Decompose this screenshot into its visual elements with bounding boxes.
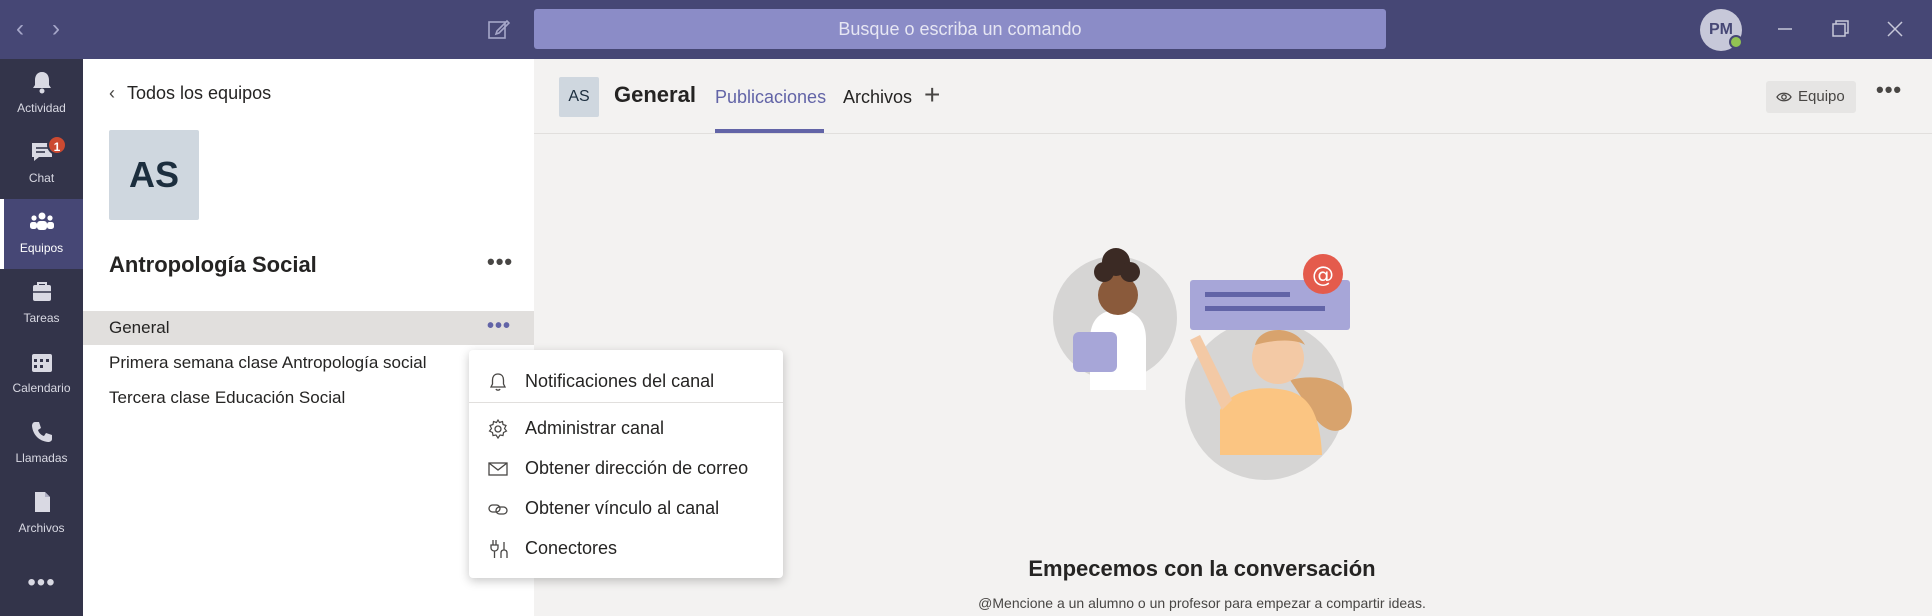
channel-avatar: AS: [559, 77, 599, 117]
compose-icon[interactable]: [486, 16, 512, 42]
channel-name: Tercera clase Educación Social: [109, 388, 346, 407]
team-button-label: Equipo: [1798, 88, 1845, 105]
bell-icon: [489, 373, 507, 391]
menu-item-channel-notifications[interactable]: Notificaciones del canal: [469, 363, 783, 399]
phone-icon: [32, 422, 52, 442]
tab-publicaciones[interactable]: Publicaciones: [715, 87, 826, 108]
rail-label: Actividad: [17, 101, 66, 115]
link-icon: [488, 504, 508, 515]
menu-item-label: Obtener vínculo al canal: [525, 498, 720, 518]
back-arrow-icon[interactable]: ‹: [16, 14, 24, 44]
search-input[interactable]: Busque o escriba un comando: [534, 9, 1386, 49]
team-panel: ‹ Todos los equipos AS Antropología Socia…: [83, 59, 534, 616]
channel-context-menu: Notificaciones del canal Administrar can…: [469, 350, 783, 578]
menu-item-label: Notificaciones del canal: [525, 371, 715, 391]
rail-item-equipos[interactable]: Equipos: [0, 199, 83, 269]
menu-item-label: Conectores: [525, 538, 618, 558]
chevron-left-icon: ‹: [109, 83, 115, 103]
presence-status-icon: [1729, 35, 1743, 49]
tab-archivos[interactable]: Archivos: [843, 87, 912, 108]
rail-label: Equipos: [19, 241, 64, 255]
rail-item-calendario[interactable]: Calendario: [0, 339, 83, 409]
chat-badge: 1: [47, 135, 67, 155]
rail-item-actividad[interactable]: Actividad: [0, 59, 83, 129]
eye-icon: [1776, 92, 1792, 102]
conversation-illustration: @: [1053, 248, 1352, 480]
active-tab-indicator: [715, 129, 824, 133]
rail-label: Calendario: [12, 381, 71, 395]
teams-icon: [30, 212, 54, 230]
channel-header: AS General Publicaciones Archivos + Equi…: [534, 59, 1932, 134]
channel-title: General: [614, 82, 696, 107]
assignments-icon: [33, 282, 51, 301]
calendar-icon: [32, 354, 52, 372]
header-more-button[interactable]: •••: [1876, 77, 1902, 103]
bell-icon: [33, 72, 51, 94]
menu-item-get-channel-link[interactable]: Obtener vínculo al canal: [469, 490, 783, 526]
rail-label: Archivos: [18, 521, 65, 535]
rail-item-archivos[interactable]: Archivos: [0, 479, 83, 549]
app-rail: Actividad 1 Chat Equipos Tareas Calendar…: [0, 59, 83, 616]
menu-item-label: Obtener dirección de correo: [525, 458, 749, 478]
menu-item-connectors[interactable]: Conectores: [469, 530, 783, 566]
rail-label: Chat: [28, 171, 55, 185]
channel-more-button[interactable]: •••: [487, 311, 511, 341]
team-more-button[interactable]: •••: [487, 249, 513, 275]
empty-state-subtitle: @Mencione a un alumno o un profesor para…: [978, 595, 1426, 611]
mail-icon: [488, 462, 508, 476]
back-label: Todos los equipos: [127, 83, 272, 103]
files-icon: [35, 492, 50, 512]
add-tab-button[interactable]: +: [924, 79, 940, 111]
menu-item-label: Administrar canal: [525, 418, 665, 438]
channel-item[interactable]: Tercera clase Educación Social: [83, 381, 534, 415]
rail-label: Llamadas: [15, 451, 68, 465]
connectors-icon: [490, 540, 508, 558]
minimize-icon[interactable]: [1770, 14, 1800, 44]
rail-item-llamadas[interactable]: Llamadas: [0, 409, 83, 479]
menu-item-get-email-address[interactable]: Obtener dirección de correo: [469, 450, 783, 486]
title-bar: ‹ › Busque o escriba un comando PM: [0, 0, 1932, 59]
restore-icon[interactable]: [1825, 14, 1855, 44]
rail-item-chat[interactable]: 1 Chat: [0, 129, 83, 199]
rail-item-tareas[interactable]: Tareas: [0, 269, 83, 339]
close-icon[interactable]: [1880, 14, 1910, 44]
team-avatar[interactable]: AS: [109, 130, 199, 220]
channel-item-general[interactable]: General •••: [83, 311, 534, 345]
channel-name: General: [109, 318, 170, 337]
rail-label: Tareas: [23, 311, 60, 325]
team-name: Antropología Social: [109, 252, 317, 277]
channel-item[interactable]: Primera semana clase Antropología social: [83, 346, 534, 380]
channel-name: Primera semana clase Antropología social: [109, 353, 427, 372]
menu-separator: [469, 402, 783, 403]
forward-arrow-icon[interactable]: ›: [52, 14, 60, 44]
svg-text:@: @: [1312, 263, 1334, 288]
back-to-all-teams-link[interactable]: ‹ Todos los equipos: [109, 83, 271, 104]
menu-item-manage-channel[interactable]: Administrar canal: [469, 410, 783, 446]
rail-more-button[interactable]: •••: [0, 569, 83, 597]
gear-icon: [488, 418, 508, 440]
team-button[interactable]: Equipo: [1766, 81, 1856, 113]
